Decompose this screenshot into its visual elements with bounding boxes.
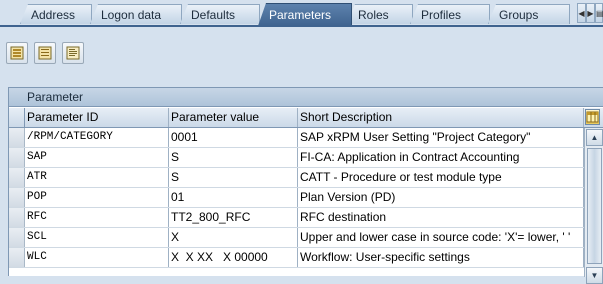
parameter-id-cell: ATR <box>25 168 169 187</box>
short-description-cell: Workflow: User-specific settings <box>298 248 584 267</box>
parameter-value-cell[interactable]: TT2_800_RFC <box>169 208 298 227</box>
short-description-cell: SAP xRPM User Setting "Project Category" <box>298 128 584 147</box>
select-all-rows-cell[interactable] <box>9 108 25 127</box>
select-all-icon <box>10 46 24 60</box>
row-selector[interactable] <box>9 128 25 147</box>
list-icon: ▤ <box>596 9 603 18</box>
row-selector[interactable] <box>9 228 25 247</box>
details-button[interactable] <box>62 42 84 64</box>
parameter-id-cell: /RPM/CATEGORY <box>25 128 169 147</box>
row-selector[interactable] <box>9 148 25 167</box>
parameter-value-cell[interactable]: X X XX X 00000 <box>169 248 298 267</box>
tab-list-button[interactable]: ▤ <box>595 3 603 23</box>
parameter-value-cell[interactable]: X <box>169 228 298 247</box>
row-selector[interactable] <box>9 188 25 207</box>
parameter-table: Parameter Parameter ID Parameter value S… <box>8 87 603 284</box>
table-caption: Parameter <box>9 88 603 107</box>
toolbar <box>0 36 603 76</box>
tab-logon-data[interactable]: Logon data <box>90 4 182 24</box>
tab-address[interactable]: Address <box>20 4 92 24</box>
table-settings-button[interactable] <box>585 109 600 125</box>
short-description-cell: Plan Version (PD) <box>298 188 584 207</box>
parameter-value-cell[interactable]: 0001 <box>169 128 298 147</box>
short-description-cell: CATT - Procedure or test module type <box>298 168 584 187</box>
column-header-short-description[interactable]: Short Description <box>298 108 584 127</box>
tab-parameters[interactable]: Parameters <box>258 3 352 26</box>
table-header: Parameter ID Parameter value Short Descr… <box>9 108 603 128</box>
table-row[interactable]: SAP S FI-CA: Application in Contract Acc… <box>9 148 584 168</box>
table-row[interactable]: /RPM/CATEGORY 0001 SAP xRPM User Setting… <box>9 128 584 148</box>
deselect-all-button[interactable] <box>34 42 56 64</box>
tab-profiles[interactable]: Profiles <box>410 4 490 24</box>
parameter-id-cell: WLC <box>25 248 169 267</box>
row-selector[interactable] <box>9 168 25 187</box>
column-header-parameter-value[interactable]: Parameter value <box>169 108 298 127</box>
select-all-button[interactable] <box>6 42 28 64</box>
deselect-all-icon <box>38 46 52 60</box>
scroll-up-button[interactable]: ▲ <box>586 129 603 146</box>
table-row[interactable]: WLC X X XX X 00000 Workflow: User-specif… <box>9 248 584 268</box>
short-description-cell: FI-CA: Application in Contract Accountin… <box>298 148 584 167</box>
parameter-value-cell[interactable]: S <box>169 168 298 187</box>
column-header-parameter-id[interactable]: Parameter ID <box>25 108 169 127</box>
arrow-up-icon: ▲ <box>590 133 599 142</box>
tab-strip: Address Logon data Defaults Roles Profil… <box>0 0 603 30</box>
parameter-id-cell: POP <box>25 188 169 207</box>
parameter-value-cell[interactable]: 01 <box>169 188 298 207</box>
table-row[interactable]: SCL X Upper and lower case in source cod… <box>9 228 584 248</box>
row-selector[interactable] <box>9 248 25 267</box>
details-icon <box>66 46 80 60</box>
tab-scroll-left-button[interactable]: ◀ <box>577 3 586 23</box>
scroll-thumb[interactable] <box>587 148 602 264</box>
short-description-cell: Upper and lower case in source code: 'X'… <box>298 228 584 247</box>
table-row[interactable]: ATR S CATT - Procedure or test module ty… <box>9 168 584 188</box>
parameter-value-cell[interactable]: S <box>169 148 298 167</box>
parameter-id-cell: SCL <box>25 228 169 247</box>
table-settings-icon <box>586 111 599 123</box>
tab-roles[interactable]: Roles <box>347 4 413 24</box>
table-row[interactable]: POP 01 Plan Version (PD) <box>9 188 584 208</box>
arrow-left-icon: ◀ <box>578 9 585 18</box>
row-selector[interactable] <box>9 208 25 227</box>
table-row[interactable]: RFC TT2_800_RFC RFC destination <box>9 208 584 228</box>
parameter-id-cell: SAP <box>25 148 169 167</box>
short-description-cell: RFC destination <box>298 208 584 227</box>
tab-groups[interactable]: Groups <box>488 4 570 24</box>
tab-underline <box>0 25 603 27</box>
arrow-right-icon: ▶ <box>587 9 594 18</box>
tab-scroll-right-button[interactable]: ▶ <box>586 3 595 23</box>
vertical-scrollbar[interactable]: ▲ ▼ <box>584 128 603 284</box>
tab-defaults[interactable]: Defaults <box>180 4 260 24</box>
parameter-id-cell: RFC <box>25 208 169 227</box>
